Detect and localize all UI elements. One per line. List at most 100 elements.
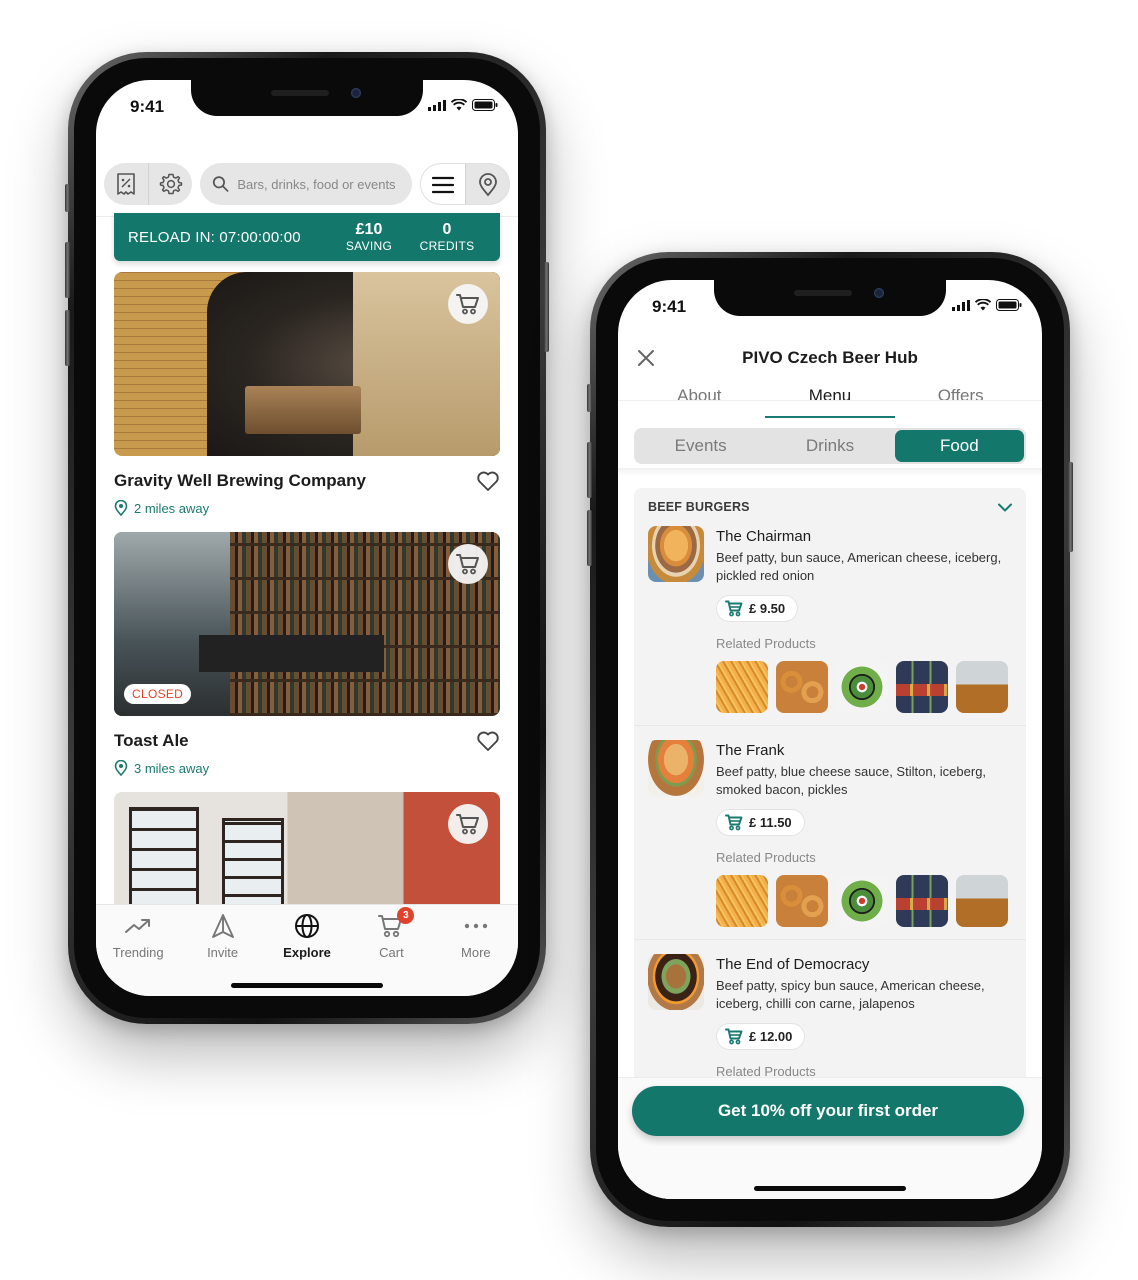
list-view-button[interactable] (421, 164, 465, 204)
search-bar[interactable] (200, 163, 412, 205)
mute-switch (587, 384, 592, 412)
wifi-icon (451, 99, 467, 111)
tab-offers[interactable]: Offers (895, 380, 1026, 418)
add-to-cart-button[interactable] (448, 804, 488, 844)
price-text: £ 9.50 (749, 601, 786, 616)
add-to-cart-price-button[interactable]: £ 9.50 (716, 595, 799, 622)
notch (714, 280, 946, 316)
segment-drinks[interactable]: Drinks (765, 430, 894, 462)
segment-events[interactable]: Events (636, 430, 765, 462)
related-product-fries[interactable] (716, 875, 768, 927)
venue-name[interactable]: Gravity Well Brewing Company (114, 471, 366, 491)
volume-up-button (587, 442, 592, 498)
venue-photo[interactable] (114, 272, 500, 456)
search-icon (212, 176, 229, 192)
tab-label: Explore (283, 945, 331, 960)
related-product-beer-mug[interactable] (956, 661, 1008, 713)
explore-toolbar (104, 162, 510, 206)
status-time: 9:41 (130, 97, 165, 116)
header-divider (618, 400, 1042, 401)
wifi-icon (975, 299, 991, 311)
left-icon-group (104, 163, 192, 205)
related-products-label: Related Products (716, 850, 816, 865)
price-text: £ 12.00 (749, 1029, 793, 1044)
credits-label: CREDITS (419, 239, 475, 253)
venue-photo[interactable]: CLOSED (114, 532, 500, 716)
category-title: BEEF BURGERS (648, 500, 750, 514)
venue-card[interactable]: Gravity Well Brewing Company 2 miles awa… (114, 272, 500, 516)
location-pin-icon (114, 760, 128, 776)
offers-button[interactable] (104, 163, 148, 205)
add-to-cart-price-button[interactable]: £ 11.50 (716, 809, 805, 836)
power-button (1068, 462, 1073, 552)
first-order-discount-button[interactable]: Get 10% off your first order (632, 1086, 1024, 1136)
distance-text: 2 miles away (134, 500, 210, 516)
related-product-beer-bottles[interactable] (896, 661, 948, 713)
menu-item-photo (648, 526, 704, 582)
reload-countdown: RELOAD IN: 07:00:00:00 (128, 228, 301, 246)
status-time: 9:41 (652, 297, 687, 316)
menu-item-description: Beef patty, spicy bun sauce, American ch… (716, 978, 985, 1011)
related-products (716, 661, 1012, 713)
category-header[interactable]: BEEF BURGERS (634, 488, 1026, 520)
more-horizontal-icon (464, 923, 488, 929)
tab-more[interactable]: More (434, 913, 518, 996)
venue-tabs: About Menu Offers (634, 380, 1026, 418)
send-icon (211, 914, 234, 938)
volume-down-button (587, 510, 592, 566)
add-to-cart-button[interactable] (448, 544, 488, 584)
menu-item-description: Beef patty, bun sauce, American cheese, … (716, 550, 1002, 583)
phone-explore: 9:41 Bars, drinks, food or events RELOAD… (65, 52, 549, 1024)
map-view-button[interactable] (465, 164, 509, 204)
tab-about[interactable]: About (634, 380, 765, 418)
heart-icon[interactable] (476, 730, 500, 752)
notch (191, 80, 423, 116)
menu-item[interactable]: The Frank Beef patty, blue cheese sauce,… (634, 726, 1026, 940)
add-to-cart-price-button[interactable]: £ 12.00 (716, 1023, 806, 1050)
venue-distance: 2 miles away (114, 500, 500, 516)
signal-icon (428, 99, 446, 111)
cart-icon (725, 600, 743, 617)
menu-item-description: Beef patty, blue cheese sauce, Stilton, … (716, 764, 987, 797)
reload-banner: RELOAD IN: 07:00:00:00 £10 SAVING 0 CRED… (114, 213, 500, 261)
tab-label: Trending (112, 945, 164, 960)
saving-label: SAVING (345, 239, 393, 253)
cart-icon (725, 1028, 743, 1045)
heart-icon[interactable] (476, 470, 500, 492)
related-product-onion-rings[interactable] (776, 661, 828, 713)
segment-food[interactable]: Food (894, 430, 1024, 462)
related-product-beer-mug[interactable] (956, 875, 1008, 927)
venue-card[interactable]: CLOSED Toast Ale 3 miles away (114, 532, 500, 776)
menu-segment-control: Events Drinks Food (634, 428, 1026, 464)
cart-icon (456, 814, 479, 835)
venue-name[interactable]: Toast Ale (114, 731, 189, 751)
explore-screen: 9:41 Bars, drinks, food or events RELOAD… (96, 80, 518, 996)
receipt-discount-icon (117, 173, 135, 195)
cart-icon (456, 294, 479, 315)
battery-icon (996, 299, 1022, 311)
cart-icon (456, 554, 479, 575)
settings-button[interactable] (148, 163, 192, 205)
home-indicator (754, 1186, 906, 1191)
tab-label: Invite (207, 945, 239, 960)
menu-item[interactable]: The Chairman Beef patty, bun sauce, Amer… (634, 520, 1026, 726)
tab-menu[interactable]: Menu (764, 380, 896, 418)
saving-value: £10 (355, 221, 383, 238)
tab-trending[interactable]: Trending (96, 913, 180, 996)
menu-item-photo (648, 954, 704, 1010)
gear-icon (159, 173, 182, 195)
menu-item-name: The End of Democracy (716, 956, 870, 973)
related-product-salad[interactable] (836, 661, 888, 713)
trending-up-icon (125, 919, 151, 933)
credits-stat: 0 CREDITS (408, 221, 486, 253)
related-product-salad[interactable] (836, 875, 888, 927)
related-product-beer-bottles[interactable] (896, 875, 948, 927)
cart-count-badge: 3 (397, 907, 415, 924)
chevron-down-icon[interactable] (998, 503, 1012, 512)
related-product-fries[interactable] (716, 661, 768, 713)
venue-distance: 3 miles away (114, 760, 500, 776)
related-product-onion-rings[interactable] (776, 875, 828, 927)
search-input[interactable] (237, 176, 400, 192)
add-to-cart-button[interactable] (448, 284, 488, 324)
cart-icon (725, 814, 743, 831)
